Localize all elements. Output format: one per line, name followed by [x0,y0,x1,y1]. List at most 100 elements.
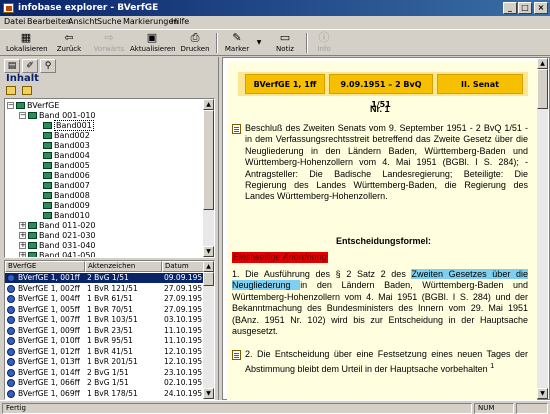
menu-bar: Datei Bearbeiten Ansicht Suche Markierun… [0,16,550,29]
list-row[interactable]: BVerfGE 1, 007ff 1 BvR 103/51 03.10.1951 [5,315,206,325]
menu-bearbeiten[interactable]: Bearbeiten [27,17,71,26]
collapse-icon[interactable]: − [7,102,14,109]
tree-node[interactable]: Band004 [43,151,90,161]
list-scrollbar[interactable]: ▲ ▼ [203,261,214,399]
tree-node[interactable]: Band005 [43,161,90,171]
marker-button[interactable]: ✎ Marker [222,32,252,56]
tree-node[interactable]: Band006 [43,171,90,181]
up-folder-icon[interactable] [22,86,32,95]
expand-icon[interactable]: + [19,252,26,257]
scroll-up-icon[interactable]: ▲ [203,99,214,110]
cell-datum: 02.10.1951 [164,378,206,387]
expand-icon[interactable]: + [19,242,26,249]
column-header-bverfge[interactable]: BVerfGE [5,261,85,272]
tree-node-label: Band005 [54,161,90,170]
list-row[interactable]: BVerfGE 1, 004ff 1 BvR 61/51 27.09.1951 [5,294,206,304]
info-button[interactable]: ⓘ Info [312,32,336,56]
tree-scrollbar[interactable]: ▲ ▼ [203,99,214,257]
close-button[interactable]: × [534,2,548,14]
paragraph-icon[interactable] [232,124,241,134]
contents-tab-icon[interactable]: ▤ [4,59,20,73]
decision-icon [7,347,15,356]
refresh-button[interactable]: ▣ Aktualisieren [130,31,176,56]
tree-node[interactable]: Band002 [43,131,90,141]
tree-node[interactable]: Band008 [43,191,90,201]
print-button[interactable]: ⎙ Drucken [180,32,210,56]
paragraph-intro: Beschluß des Zweiten Senats vom 9. Septe… [245,123,528,202]
expand-icon[interactable]: + [19,232,26,239]
cell-datum: 27.09.1951 [164,294,206,303]
menu-hilfe[interactable]: Hilfe [171,17,189,26]
scroll-up-icon[interactable]: ▲ [203,261,214,272]
back-arrow-icon: ⇦ [64,31,74,44]
menu-ansicht[interactable]: Ansicht [68,17,98,26]
scroll-down-icon[interactable]: ▼ [203,246,214,257]
list-row[interactable]: BVerfGE 1, 013ff 1 BvR 201/51 12.10.1951 [5,357,206,367]
maximize-button[interactable]: □ [518,2,532,14]
scroll-down-icon[interactable]: ▼ [203,388,214,399]
cell-aktenzeichen: 1 BvR 95/51 [87,336,133,345]
list-row[interactable]: BVerfGE 1, 066ff 2 BvG 1/51 02.10.1951 [5,378,206,388]
list-row[interactable]: BVerfGE 1, 001ff 2 BvG 1/51 09.09.1951 [5,273,206,283]
decision-list: BVerfGE Aktenzeichen Datum BVerfGE 1, 00… [4,260,215,400]
bookmark-tab-icon[interactable]: ✐ [22,59,38,73]
paragraph-icon[interactable] [232,350,241,360]
list-row[interactable]: BVerfGE 1, 012ff 1 BvR 41/51 12.10.1951 [5,346,206,357]
scroll-thumb[interactable] [537,69,548,109]
tree-node[interactable]: Band007 [43,181,90,191]
cell-aktenzeichen: 1 BvR 121/51 [87,283,138,293]
tree-node[interactable]: Band001 [43,120,94,131]
marker-label: Marker [224,45,250,53]
scroll-down-icon[interactable]: ▼ [537,388,548,399]
tree-node[interactable]: Band003 [43,141,90,151]
decision-icon [7,305,15,314]
scroll-thumb[interactable] [203,272,214,286]
scroll-up-icon[interactable]: ▲ [537,58,548,69]
red-label: Einstweilige Anordnung [232,252,328,264]
list-row[interactable]: BVerfGE 1, 005ff 1 BvR 70/51 27.09.1951 [5,305,206,315]
list-row[interactable]: BVerfGE 1, 002ff 1 BvR 121/51 27.09.1951 [5,283,206,294]
footnote-marker[interactable]: 1 [490,361,494,370]
menu-datei[interactable]: Datei [4,17,25,26]
document-scrollbar[interactable]: ▲ ▼ [537,58,548,399]
minimize-button[interactable]: _ [503,2,517,14]
list-row[interactable]: BVerfGE 1, 014ff 2 BvG 1/51 23.10.1951 [5,367,206,378]
book-icon [28,232,37,239]
refresh-icon: ▣ [146,31,158,44]
paragraph-ruling-1: 1. Die Ausführung des § 2 Satz 2 des Zwe… [232,269,528,337]
book-icon [43,202,52,209]
list-row[interactable]: BVerfGE 1, 009ff 1 BvR 23/51 11.10.1951 [5,326,206,336]
search-tab-icon[interactable]: ⚲ [40,59,56,73]
cell-bverfge: BVerfGE 1, 012ff [18,346,80,356]
tree-node[interactable]: Band009 [43,201,90,211]
back-button[interactable]: ⇦ Zurück [54,32,84,56]
forward-button[interactable]: ⇨ Vorwärts [92,32,126,56]
tree-node[interactable]: Band010 [43,211,90,221]
tree-node-label: BVerfGE [27,101,60,110]
cell-aktenzeichen: 2 BvG 1/51 [87,378,129,387]
list-row[interactable]: BVerfGE 1, 069ff 1 BvR 178/51 24.10.1951 [5,389,206,399]
tree-node[interactable]: + Band 021-030 [19,231,96,241]
tree-node-label: Band003 [54,141,90,150]
cell-aktenzeichen: 1 BvR 201/51 [87,357,138,366]
note-button[interactable]: ▭ Notiz [272,32,298,56]
header-date-file: 9.09.1951 – 2 BvQ 1/51 [329,74,433,109]
tree-node[interactable]: + Band 031-040 [19,241,96,251]
localize-button[interactable]: ▦ Lokalisieren [6,32,48,56]
contents-tree: − BVerfGE − Band 001-010 Band001 Band002 Band0… [4,98,215,258]
menu-suche[interactable]: Suche [97,17,122,26]
list-row[interactable]: BVerfGE 1, 010ff 1 BvR 95/51 11.10.1951 [5,336,206,346]
tree-node[interactable]: − BVerfGE [7,101,59,111]
expand-icon[interactable]: + [19,222,26,229]
toolbar-separator [306,33,308,53]
cell-aktenzeichen: 2 BvG 1/51 [87,273,129,282]
collapse-icon[interactable]: − [19,112,26,119]
tree-node-label: Band002 [54,131,90,140]
tree-node[interactable]: + Band 041-050 [19,251,96,257]
cell-datum: 23.10.1951 [164,367,206,377]
scroll-thumb[interactable] [203,110,214,210]
open-folder-icon[interactable] [6,86,16,95]
column-header-datum[interactable]: Datum [162,261,205,272]
tree-node[interactable]: + Band 011-020 [19,221,96,231]
column-header-aktenzeichen[interactable]: Aktenzeichen [85,261,162,272]
